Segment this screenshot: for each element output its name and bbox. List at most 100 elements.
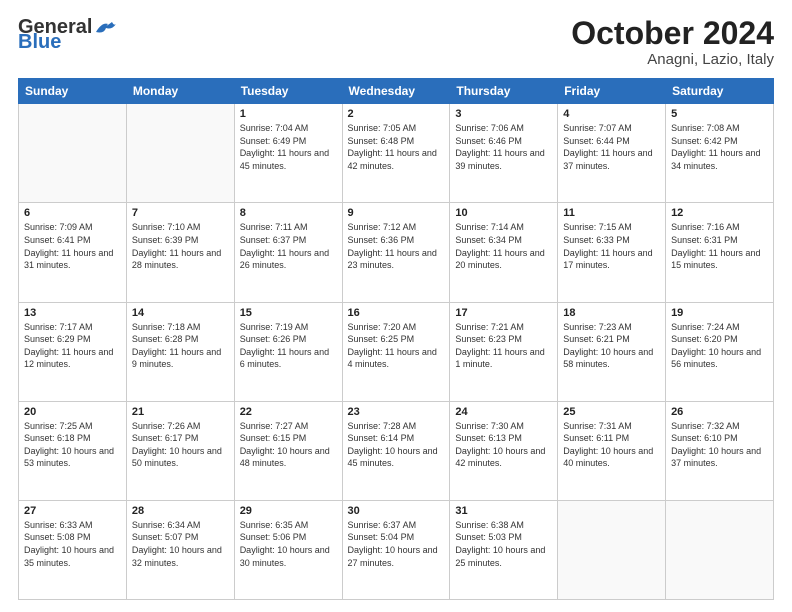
calendar-cell: 19 Sunrise: 7:24 AM Sunset: 6:20 PM Dayli… — [666, 302, 774, 401]
day-info: Sunrise: 6:33 AM Sunset: 5:08 PM Dayligh… — [24, 519, 121, 569]
day-number: 5 — [671, 108, 768, 120]
weekday-header-friday: Friday — [558, 79, 666, 104]
day-number: 8 — [240, 207, 337, 219]
day-info: Sunrise: 7:18 AM Sunset: 6:28 PM Dayligh… — [132, 321, 229, 371]
week-row-2: 6 Sunrise: 7:09 AM Sunset: 6:41 PM Daylig… — [19, 203, 774, 302]
week-row-1: 1 Sunrise: 7:04 AM Sunset: 6:49 PM Daylig… — [19, 104, 774, 203]
day-info: Sunrise: 7:19 AM Sunset: 6:26 PM Dayligh… — [240, 321, 337, 371]
calendar-cell — [126, 104, 234, 203]
day-number: 14 — [132, 307, 229, 319]
day-info: Sunrise: 7:12 AM Sunset: 6:36 PM Dayligh… — [348, 221, 445, 271]
calendar-cell: 1 Sunrise: 7:04 AM Sunset: 6:49 PM Daylig… — [234, 104, 342, 203]
day-number: 10 — [455, 207, 552, 219]
day-info: Sunrise: 7:31 AM Sunset: 6:11 PM Dayligh… — [563, 420, 660, 470]
day-number: 16 — [348, 307, 445, 319]
day-number: 23 — [348, 406, 445, 418]
day-number: 27 — [24, 505, 121, 517]
day-info: Sunrise: 7:32 AM Sunset: 6:10 PM Dayligh… — [671, 420, 768, 470]
calendar-cell: 8 Sunrise: 7:11 AM Sunset: 6:37 PM Daylig… — [234, 203, 342, 302]
day-info: Sunrise: 7:05 AM Sunset: 6:48 PM Dayligh… — [348, 122, 445, 172]
calendar-header-row: SundayMondayTuesdayWednesdayThursdayFrid… — [19, 79, 774, 104]
day-info: Sunrise: 7:07 AM Sunset: 6:44 PM Dayligh… — [563, 122, 660, 172]
calendar-cell — [666, 500, 774, 599]
day-number: 28 — [132, 505, 229, 517]
day-info: Sunrise: 7:16 AM Sunset: 6:31 PM Dayligh… — [671, 221, 768, 271]
calendar-cell: 15 Sunrise: 7:19 AM Sunset: 6:26 PM Dayli… — [234, 302, 342, 401]
calendar-cell: 5 Sunrise: 7:08 AM Sunset: 6:42 PM Daylig… — [666, 104, 774, 203]
day-info: Sunrise: 7:11 AM Sunset: 6:37 PM Dayligh… — [240, 221, 337, 271]
day-number: 18 — [563, 307, 660, 319]
calendar-cell: 17Sunrise: 7:21 AM Sunset: 6:23 PM Dayli… — [450, 302, 558, 401]
day-info: Sunrise: 7:28 AM Sunset: 6:14 PM Dayligh… — [348, 420, 445, 470]
calendar-cell: 6 Sunrise: 7:09 AM Sunset: 6:41 PM Daylig… — [19, 203, 127, 302]
day-number: 1 — [240, 108, 337, 120]
calendar-cell: 25 Sunrise: 7:31 AM Sunset: 6:11 PM Dayli… — [558, 401, 666, 500]
weekday-header-saturday: Saturday — [666, 79, 774, 104]
day-info: Sunrise: 7:04 AM Sunset: 6:49 PM Dayligh… — [240, 122, 337, 172]
day-info: Sunrise: 7:14 AM Sunset: 6:34 PM Dayligh… — [455, 221, 552, 271]
day-number: 7 — [132, 207, 229, 219]
calendar-cell: 27 Sunrise: 6:33 AM Sunset: 5:08 PM Dayli… — [19, 500, 127, 599]
day-info: Sunrise: 7:09 AM Sunset: 6:41 PM Dayligh… — [24, 221, 121, 271]
location: Anagni, Lazio, Italy — [571, 51, 774, 68]
page-header: General Blue October 2024 Anagni, Lazio,… — [18, 16, 774, 68]
day-number: 25 — [563, 406, 660, 418]
calendar-cell: 12 Sunrise: 7:16 AM Sunset: 6:31 PM Dayli… — [666, 203, 774, 302]
calendar-cell: 10 Sunrise: 7:14 AM Sunset: 6:34 PM Dayli… — [450, 203, 558, 302]
week-row-3: 13 Sunrise: 7:17 AM Sunset: 6:29 PM Dayli… — [19, 302, 774, 401]
week-row-5: 27 Sunrise: 6:33 AM Sunset: 5:08 PM Dayli… — [19, 500, 774, 599]
calendar-cell: 31 Sunrise: 6:38 AM Sunset: 5:03 PM Dayli… — [450, 500, 558, 599]
month-title: October 2024 — [571, 16, 774, 51]
day-number: 9 — [348, 207, 445, 219]
calendar-cell: 29 Sunrise: 6:35 AM Sunset: 5:06 PM Dayli… — [234, 500, 342, 599]
weekday-header-monday: Monday — [126, 79, 234, 104]
day-number: 4 — [563, 108, 660, 120]
calendar-cell: 13 Sunrise: 7:17 AM Sunset: 6:29 PM Dayli… — [19, 302, 127, 401]
day-number: 29 — [240, 505, 337, 517]
calendar-cell: 24Sunrise: 7:30 AM Sunset: 6:13 PM Dayli… — [450, 401, 558, 500]
week-row-4: 20Sunrise: 7:25 AM Sunset: 6:18 PM Dayli… — [19, 401, 774, 500]
day-info: Sunrise: 7:17 AM Sunset: 6:29 PM Dayligh… — [24, 321, 121, 371]
weekday-header-sunday: Sunday — [19, 79, 127, 104]
day-number: 13 — [24, 307, 121, 319]
logo-blue-text: Blue — [18, 31, 61, 54]
calendar-cell: 7 Sunrise: 7:10 AM Sunset: 6:39 PM Daylig… — [126, 203, 234, 302]
day-number: 6 — [24, 207, 121, 219]
calendar-cell — [19, 104, 127, 203]
day-info: Sunrise: 6:38 AM Sunset: 5:03 PM Dayligh… — [455, 519, 552, 569]
day-info: Sunrise: 7:06 AM Sunset: 6:46 PM Dayligh… — [455, 122, 552, 172]
calendar-cell — [558, 500, 666, 599]
logo: General Blue — [18, 16, 116, 54]
weekday-header-thursday: Thursday — [450, 79, 558, 104]
day-info: Sunrise: 7:26 AM Sunset: 6:17 PM Dayligh… — [132, 420, 229, 470]
day-number: 2 — [348, 108, 445, 120]
day-number: 31 — [455, 505, 552, 517]
day-info: Sunrise: 7:25 AM Sunset: 6:18 PM Dayligh… — [24, 420, 121, 470]
calendar-cell: 23 Sunrise: 7:28 AM Sunset: 6:14 PM Dayli… — [342, 401, 450, 500]
day-info: Sunrise: 7:24 AM Sunset: 6:20 PM Dayligh… — [671, 321, 768, 371]
day-info: Sunrise: 7:21 AM Sunset: 6:23 PM Dayligh… — [455, 321, 552, 371]
day-number: 11 — [563, 207, 660, 219]
day-info: Sunrise: 6:35 AM Sunset: 5:06 PM Dayligh… — [240, 519, 337, 569]
day-number: 21 — [132, 406, 229, 418]
calendar-cell: 4 Sunrise: 7:07 AM Sunset: 6:44 PM Daylig… — [558, 104, 666, 203]
day-info: Sunrise: 7:08 AM Sunset: 6:42 PM Dayligh… — [671, 122, 768, 172]
day-number: 15 — [240, 307, 337, 319]
day-number: 12 — [671, 207, 768, 219]
day-info: Sunrise: 7:10 AM Sunset: 6:39 PM Dayligh… — [132, 221, 229, 271]
day-number: 22 — [240, 406, 337, 418]
calendar-cell: 9 Sunrise: 7:12 AM Sunset: 6:36 PM Daylig… — [342, 203, 450, 302]
calendar-cell: 21 Sunrise: 7:26 AM Sunset: 6:17 PM Dayli… — [126, 401, 234, 500]
day-info: Sunrise: 7:23 AM Sunset: 6:21 PM Dayligh… — [563, 321, 660, 371]
day-number: 26 — [671, 406, 768, 418]
calendar-cell: 16Sunrise: 7:20 AM Sunset: 6:25 PM Dayli… — [342, 302, 450, 401]
calendar-cell: 22Sunrise: 7:27 AM Sunset: 6:15 PM Dayli… — [234, 401, 342, 500]
calendar-cell: 28Sunrise: 6:34 AM Sunset: 5:07 PM Dayli… — [126, 500, 234, 599]
weekday-header-wednesday: Wednesday — [342, 79, 450, 104]
calendar-cell: 30Sunrise: 6:37 AM Sunset: 5:04 PM Dayli… — [342, 500, 450, 599]
day-number: 19 — [671, 307, 768, 319]
day-number: 24 — [455, 406, 552, 418]
day-info: Sunrise: 6:37 AM Sunset: 5:04 PM Dayligh… — [348, 519, 445, 569]
calendar-cell: 18 Sunrise: 7:23 AM Sunset: 6:21 PM Dayli… — [558, 302, 666, 401]
day-number: 3 — [455, 108, 552, 120]
